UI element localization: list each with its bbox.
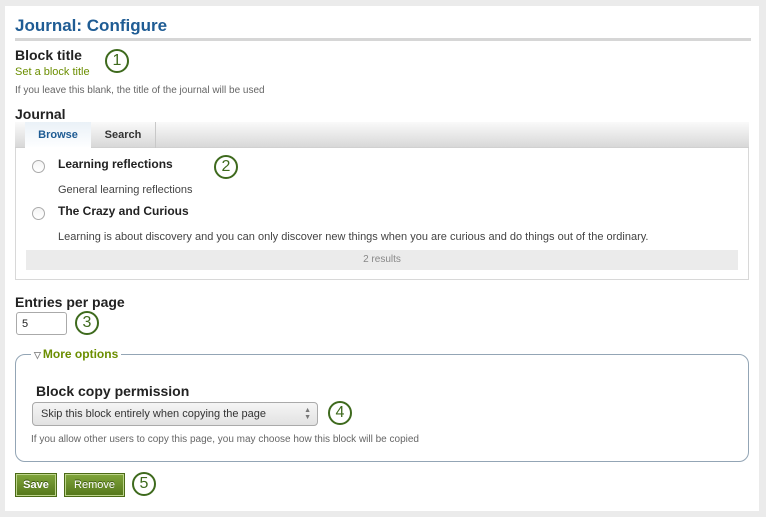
callout-5: 5 bbox=[132, 472, 156, 496]
copy-permission-selected: Skip this block entirely when copying th… bbox=[41, 408, 267, 420]
block-title-label: Block title bbox=[15, 47, 82, 63]
page-title: Journal: Configure bbox=[15, 16, 168, 35]
journal-item-title: The Crazy and Curious bbox=[58, 204, 189, 218]
more-options-toggle[interactable]: ▽ More options bbox=[31, 347, 122, 361]
callout-1: 1 bbox=[105, 49, 129, 73]
results-count: 2 results bbox=[26, 250, 738, 270]
set-block-title-link[interactable]: Set a block title bbox=[15, 66, 90, 78]
journal-radio-2[interactable] bbox=[32, 207, 45, 220]
journal-radio-1[interactable] bbox=[32, 160, 45, 173]
remove-button[interactable]: Remove bbox=[64, 473, 125, 497]
callout-2: 2 bbox=[214, 155, 238, 179]
title-divider bbox=[15, 38, 751, 41]
more-options-label: More options bbox=[42, 347, 119, 361]
save-button[interactable]: Save bbox=[15, 473, 57, 497]
copy-permission-description: If you allow other users to copy this pa… bbox=[31, 434, 419, 445]
journal-item-title: Learning reflections bbox=[58, 157, 173, 171]
block-title-description: If you leave this blank, the title of th… bbox=[15, 85, 265, 96]
copy-permission-select[interactable]: Skip this block entirely when copying th… bbox=[32, 402, 318, 426]
tab-search[interactable]: Search bbox=[91, 122, 156, 148]
journal-label: Journal bbox=[15, 106, 66, 122]
callout-3: 3 bbox=[75, 311, 99, 335]
journal-item-description: Learning is about discovery and you can … bbox=[58, 231, 649, 243]
updown-arrows-icon: ▲ ▼ bbox=[304, 407, 311, 421]
block-copy-permission-label: Block copy permission bbox=[36, 383, 190, 399]
entries-per-page-label: Entries per page bbox=[15, 294, 125, 310]
entries-per-page-input[interactable] bbox=[16, 312, 67, 335]
triangle-down-icon: ▽ bbox=[34, 350, 41, 360]
callout-4: 4 bbox=[328, 401, 352, 425]
tab-browse[interactable]: Browse bbox=[25, 122, 91, 148]
journal-item-description: General learning reflections bbox=[58, 184, 193, 196]
